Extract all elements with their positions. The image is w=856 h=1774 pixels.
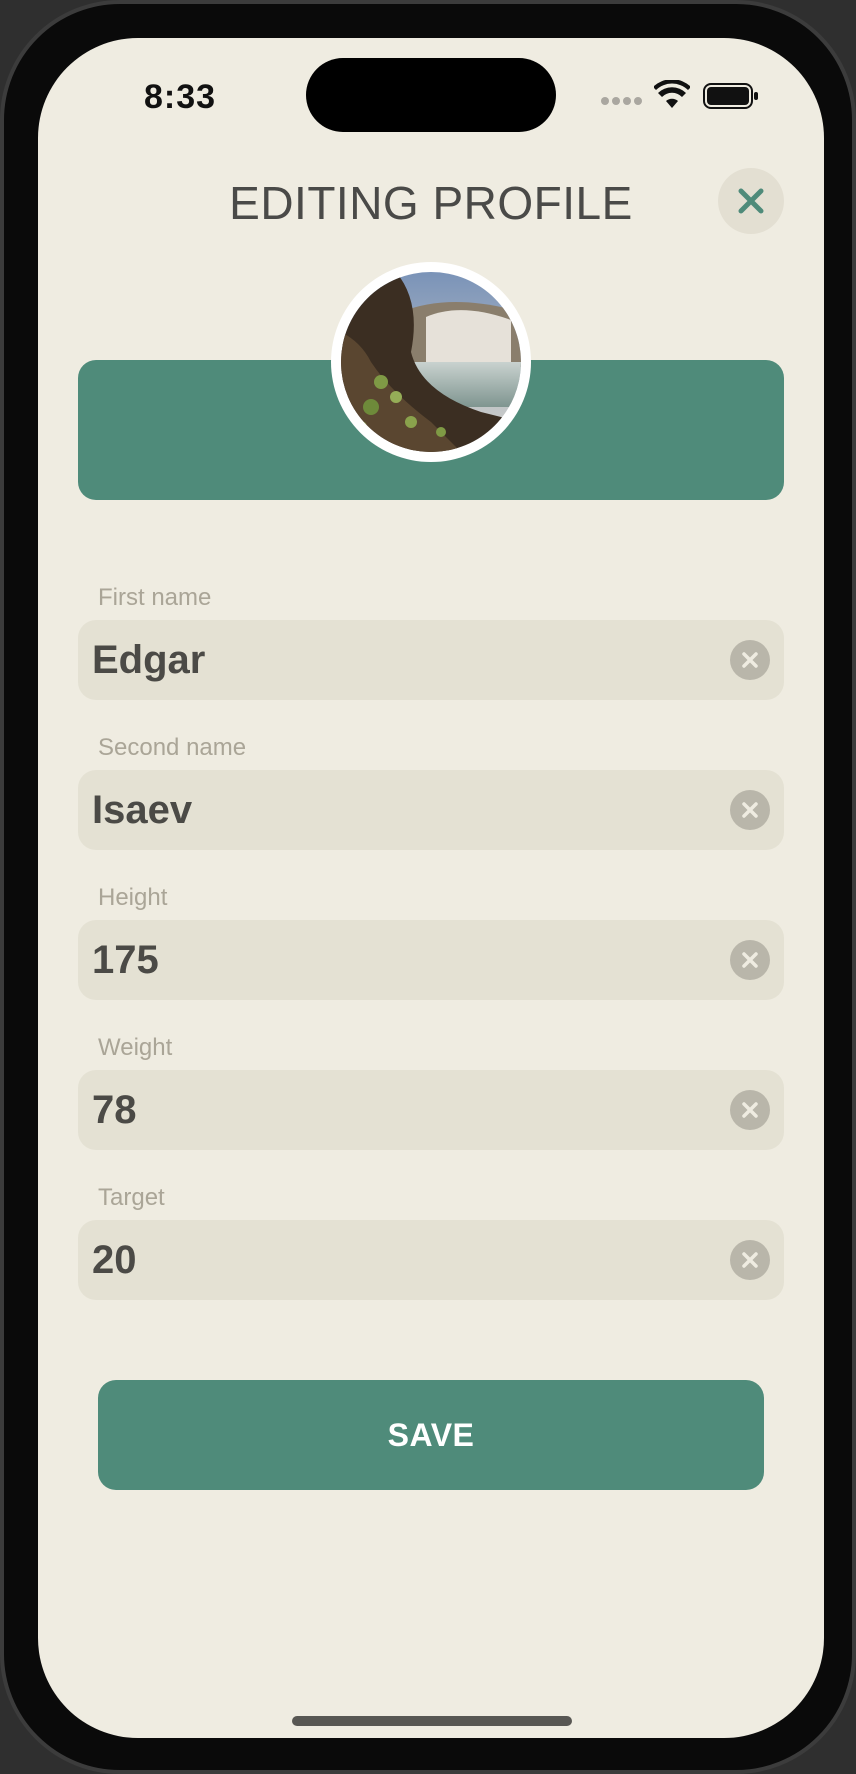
weight-value[interactable]: 78 bbox=[92, 1070, 137, 1150]
target-field[interactable]: 20 bbox=[78, 1220, 784, 1300]
clear-target-icon[interactable] bbox=[730, 1240, 770, 1280]
signal-icon bbox=[601, 97, 643, 107]
close-icon bbox=[738, 188, 764, 214]
second-name-field[interactable]: Isaev bbox=[78, 770, 784, 850]
dynamic-island bbox=[306, 58, 556, 132]
phone-frame: 8:33 EDITING PROFILE First name Edgar Se… bbox=[0, 0, 856, 1774]
first-name-label: First name bbox=[98, 584, 212, 611]
target-value[interactable]: 20 bbox=[92, 1220, 137, 1300]
first-name-value[interactable]: Edgar bbox=[92, 620, 205, 700]
save-button[interactable]: SAVE bbox=[98, 1380, 764, 1490]
clear-weight-icon[interactable] bbox=[730, 1090, 770, 1130]
avatar[interactable] bbox=[331, 262, 531, 462]
close-button[interactable] bbox=[718, 168, 784, 234]
clear-height-icon[interactable] bbox=[730, 940, 770, 980]
height-label: Height bbox=[98, 884, 168, 911]
weight-label: Weight bbox=[98, 1034, 173, 1061]
home-indicator[interactable] bbox=[292, 1716, 572, 1726]
target-label: Target bbox=[98, 1184, 165, 1211]
status-time: 8:33 bbox=[144, 78, 217, 116]
battery-icon bbox=[703, 83, 758, 109]
second-name-value[interactable]: Isaev bbox=[92, 770, 192, 850]
height-field[interactable]: 175 bbox=[78, 920, 784, 1000]
height-value[interactable]: 175 bbox=[92, 920, 159, 1000]
page-title: EDITING PROFILE bbox=[229, 177, 633, 229]
second-name-label: Second name bbox=[98, 734, 247, 761]
first-name-field[interactable]: Edgar bbox=[78, 620, 784, 700]
app-screen: 8:33 EDITING PROFILE First name Edgar Se… bbox=[38, 38, 824, 1738]
clear-second-name-icon[interactable] bbox=[730, 790, 770, 830]
clear-first-name-icon[interactable] bbox=[730, 640, 770, 680]
avatar-photo bbox=[341, 272, 521, 452]
wifi-icon bbox=[654, 80, 690, 108]
weight-field[interactable]: 78 bbox=[78, 1070, 784, 1150]
